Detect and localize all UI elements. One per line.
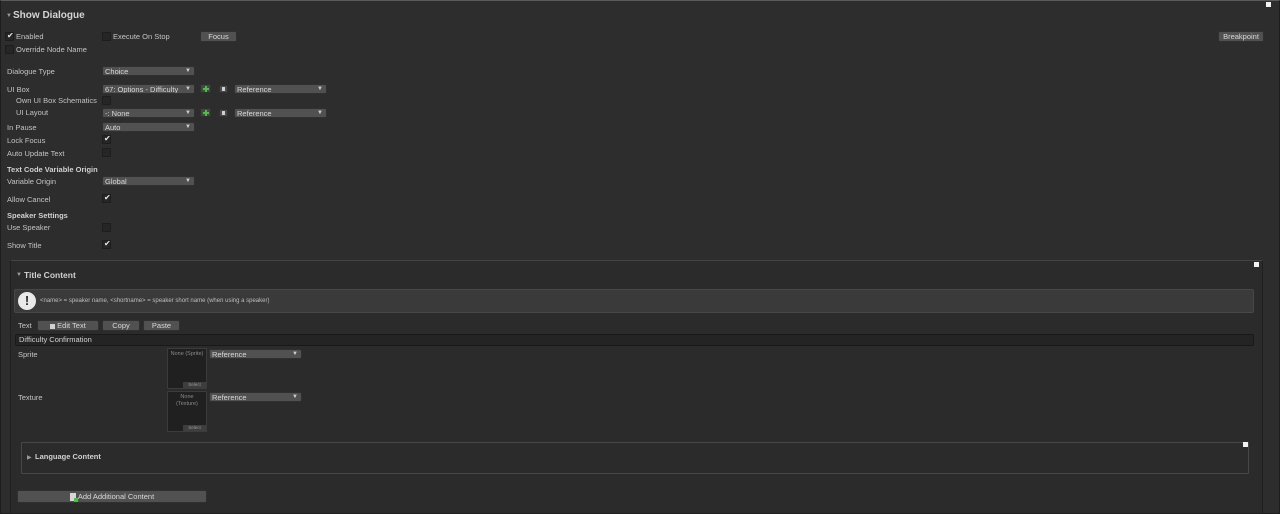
resize-handle-icon[interactable] [1254, 262, 1259, 267]
variable-origin-value: Global [105, 177, 127, 186]
enabled-label: Enabled [16, 32, 44, 41]
dropdown-arrow-icon: ▼ [292, 351, 298, 357]
edit-ui-layout-icon[interactable] [219, 109, 228, 117]
dropdown-arrow-icon: ▼ [185, 86, 191, 92]
variable-origin-label: Variable Origin [7, 177, 57, 186]
variable-origin-dropdown[interactable]: Global ▼ [102, 176, 195, 186]
ui-layout-value: -: None [105, 109, 130, 118]
ui-box-value: 67: Options - Difficulty [105, 85, 179, 94]
ui-box-dropdown[interactable]: 67: Options - Difficulty ▼ [102, 84, 195, 94]
language-content-box [21, 442, 1249, 474]
speaker-section-title: Speaker Settings [7, 211, 68, 220]
warning-exclamation-icon: ! [18, 292, 36, 310]
dropdown-arrow-icon: ▼ [185, 178, 191, 184]
dropdown-arrow-icon: ▼ [185, 124, 191, 130]
in-pause-value: Auto [105, 123, 121, 132]
add-additional-content-button[interactable]: Add Additional Content [17, 490, 207, 503]
texture-object-field[interactable]: None (Texture) Select [167, 391, 207, 432]
texture-select-button[interactable]: Select [183, 425, 206, 431]
lock-focus-checkbox[interactable] [102, 134, 111, 144]
text-label: Text [18, 321, 32, 330]
ui-box-reference-dropdown[interactable]: Reference ▼ [234, 84, 327, 94]
texture-label: Texture [18, 393, 43, 402]
sprite-field-text: None (Sprite) [170, 351, 204, 357]
execute-on-stop-checkbox[interactable] [102, 32, 111, 41]
ui-layout-reference-dropdown[interactable]: Reference ▼ [234, 108, 327, 118]
ui-layout-reference-value: Reference [237, 109, 272, 118]
enabled-checkbox[interactable] [5, 31, 14, 41]
in-pause-dropdown[interactable]: Auto ▼ [102, 122, 195, 132]
use-speaker-label: Use Speaker [7, 223, 51, 232]
foldout-triangle-icon[interactable]: ▼ [6, 13, 12, 19]
sprite-select-button[interactable]: Select [183, 382, 206, 388]
ui-box-reference-value: Reference [237, 85, 272, 94]
breakpoint-button[interactable]: Breakpoint [1218, 31, 1264, 42]
foldout-triangle-right-icon[interactable]: ▶ [27, 454, 32, 461]
dropdown-arrow-icon: ▼ [292, 394, 298, 400]
own-ui-box-schematics-checkbox[interactable] [102, 96, 111, 105]
edit-text-button[interactable]: Edit Text [37, 320, 99, 331]
ui-layout-dropdown[interactable]: -: None ▼ [102, 108, 195, 118]
paste-button[interactable]: Paste [143, 320, 180, 331]
auto-update-text-label: Auto Update Text [7, 149, 65, 158]
add-additional-content-label: Add Additional Content [77, 492, 155, 501]
edit-text-button-label: Edit Text [57, 321, 86, 330]
foldout-triangle-icon[interactable]: ▼ [16, 272, 22, 278]
text-code-section-title: Text Code Variable Origin [7, 165, 98, 174]
resize-handle-icon[interactable] [1266, 2, 1271, 7]
ui-layout-label: UI Layout [16, 108, 49, 117]
dialogue-type-dropdown[interactable]: Choice ▼ [102, 66, 195, 76]
dialogue-type-value: Choice [105, 67, 129, 76]
texture-reference-value: Reference [212, 393, 247, 402]
lock-focus-label: Lock Focus [7, 136, 46, 145]
copy-button[interactable]: Copy [102, 320, 140, 331]
override-node-name-checkbox[interactable] [5, 45, 14, 54]
allow-cancel-checkbox[interactable] [102, 193, 111, 203]
sprite-object-field[interactable]: None (Sprite) Select [167, 348, 207, 389]
sprite-reference-dropdown[interactable]: Reference ▼ [209, 349, 302, 359]
title-content-heading: Title Content [24, 270, 76, 280]
ui-box-label: UI Box [7, 85, 30, 94]
add-ui-box-icon[interactable] [200, 84, 211, 93]
sprite-label: Sprite [18, 350, 38, 359]
dialogue-type-label: Dialogue Type [7, 67, 55, 76]
texture-field-text: None (Texture) [176, 394, 198, 407]
resize-handle-icon[interactable] [1243, 442, 1248, 447]
language-content-heading[interactable]: Language Content [35, 452, 101, 461]
node-title: Show Dialogue [13, 10, 85, 21]
dropdown-arrow-icon: ▼ [185, 110, 191, 116]
in-pause-label: In Pause [7, 123, 37, 132]
focus-button[interactable]: Focus [200, 31, 237, 42]
auto-update-text-checkbox[interactable] [102, 148, 111, 157]
edit-text-icon [50, 323, 56, 329]
dropdown-arrow-icon: ▼ [317, 86, 323, 92]
title-text-field[interactable]: Difficulty Confirmation [15, 334, 1254, 346]
help-text: <name> = speaker name, <shortname> = spe… [40, 298, 270, 304]
texture-reference-dropdown[interactable]: Reference ▼ [209, 392, 302, 402]
allow-cancel-label: Allow Cancel [7, 195, 51, 204]
own-ui-box-schematics-label: Own UI Box Schematics [16, 96, 97, 105]
add-ui-layout-icon[interactable] [200, 108, 211, 117]
sprite-reference-value: Reference [212, 350, 247, 359]
add-content-icon [69, 493, 78, 503]
dropdown-arrow-icon: ▼ [185, 68, 191, 74]
show-title-label: Show Title [7, 241, 42, 250]
execute-on-stop-label: Execute On Stop [113, 32, 170, 41]
edit-ui-box-icon[interactable] [219, 85, 228, 93]
use-speaker-checkbox[interactable] [102, 223, 111, 232]
dropdown-arrow-icon: ▼ [317, 110, 323, 116]
show-title-checkbox[interactable] [102, 239, 111, 249]
override-node-name-label: Override Node Name [16, 45, 87, 54]
